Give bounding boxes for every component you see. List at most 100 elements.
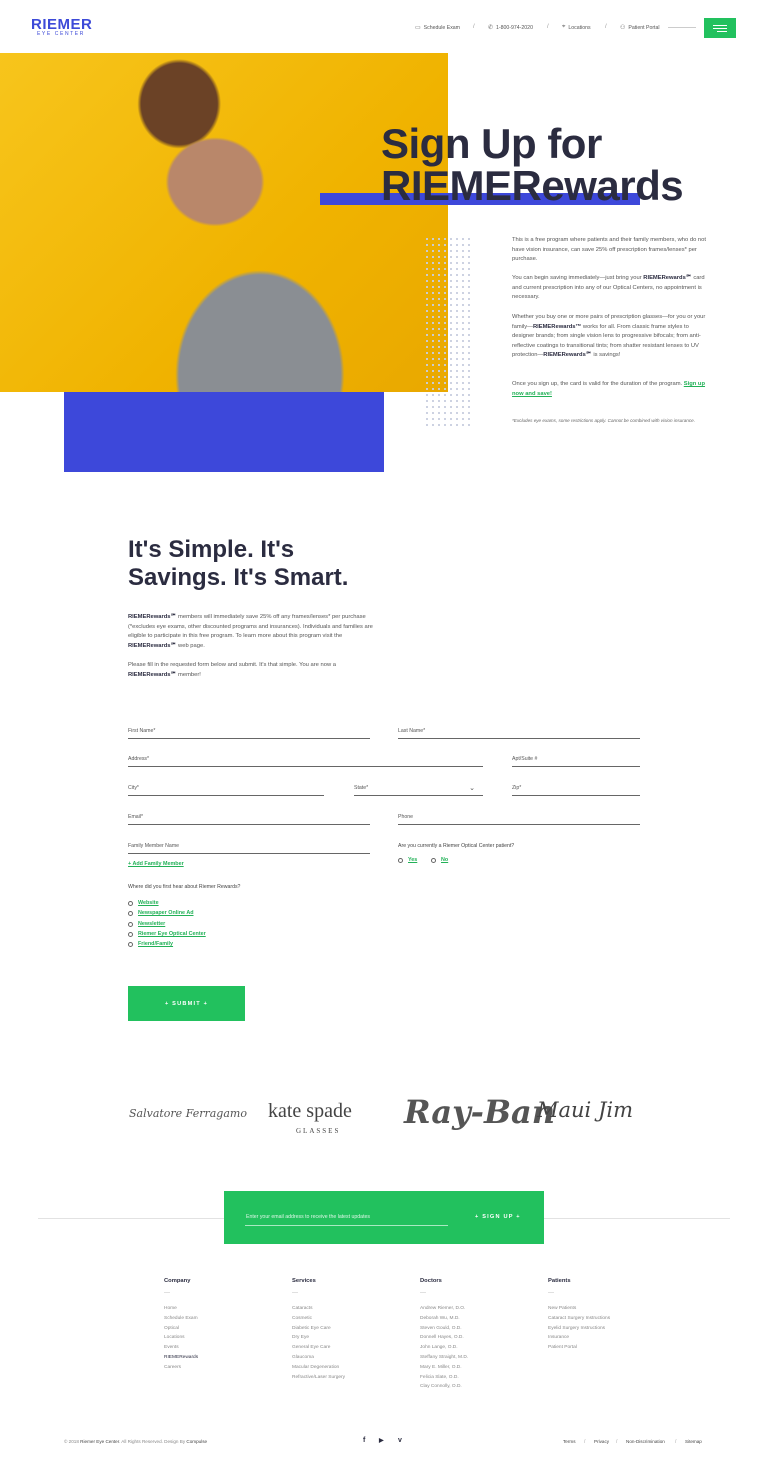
footer-sitemap-link[interactable]: Sitemap bbox=[685, 1439, 702, 1444]
intro-paragraph: Please fill in the requested form below … bbox=[128, 662, 336, 678]
footer-link[interactable]: Felicia Slate, O.D. bbox=[420, 1373, 530, 1383]
menu-button[interactable] bbox=[704, 18, 736, 38]
hear-option-newsletter[interactable]: Newsletter bbox=[128, 921, 165, 927]
footer-link[interactable]: New Patients bbox=[548, 1304, 668, 1314]
footer-link[interactable]: Glaucoma bbox=[292, 1353, 402, 1363]
footer-column-company: Company — Home Schedule Exam Optical Loc… bbox=[164, 1278, 274, 1373]
footer-link[interactable]: Steven Gould, O.D. bbox=[420, 1324, 530, 1334]
footer-dash: — bbox=[292, 1290, 298, 1296]
footer-dash: — bbox=[164, 1290, 170, 1296]
patient-no-radio[interactable]: No bbox=[431, 857, 448, 863]
phone-icon: ✆ bbox=[488, 25, 494, 31]
footer-dash: — bbox=[420, 1290, 426, 1296]
footer-link[interactable]: Deborah Wu, M.D. bbox=[420, 1314, 530, 1324]
footer-column-services: Services — Cataracts Cosmetic Diabetic E… bbox=[292, 1278, 402, 1382]
hero-disclaimer: *Excludes eye exams, some restrictions a… bbox=[512, 418, 695, 423]
footer-link[interactable]: Home bbox=[164, 1304, 274, 1314]
newsletter-input-underline bbox=[245, 1225, 448, 1226]
submit-button[interactable]: + SUBMIT + bbox=[128, 986, 245, 1021]
footer-link[interactable]: Patient Portal bbox=[548, 1343, 668, 1353]
hamburger-menu-icon bbox=[713, 24, 727, 26]
address-field[interactable]: Address* bbox=[128, 753, 483, 767]
footer-link[interactable]: Donnell Hayes, O.D. bbox=[420, 1333, 530, 1343]
nav-locations[interactable]: ⌖ Locations bbox=[562, 24, 591, 31]
hero-paragraph: This is a free program where patients an… bbox=[512, 237, 706, 263]
footer-link[interactable]: Steffany Straight, M.D. bbox=[420, 1353, 530, 1363]
footer-link[interactable]: Clay Connolly, O.D. bbox=[420, 1382, 530, 1392]
newsletter-email-input[interactable]: Enter your email address to receive the … bbox=[246, 1214, 370, 1220]
footer-link[interactable]: Andrew Riemer, D.O. bbox=[420, 1304, 530, 1314]
family-member-field[interactable]: Family Member Name bbox=[128, 840, 370, 854]
radio-circle[interactable] bbox=[128, 900, 133, 906]
nav-separator: / bbox=[605, 24, 607, 30]
footer-link[interactable]: Refractive/Laser Surgery bbox=[292, 1373, 402, 1383]
footer-dash: — bbox=[548, 1290, 554, 1296]
footer-terms-link[interactable]: Terms bbox=[563, 1439, 576, 1444]
nav-label: Patient Portal bbox=[628, 24, 660, 31]
footer-link[interactable]: Mary E. Miller, O.D. bbox=[420, 1363, 530, 1373]
footer-link[interactable]: Diabetic Eye Care bbox=[292, 1324, 402, 1334]
state-select[interactable]: State* ⌄ bbox=[354, 782, 483, 796]
footer-link[interactable]: Cataract Surgery Instructions bbox=[548, 1314, 668, 1324]
radio-circle[interactable] bbox=[128, 910, 133, 916]
nav-patient-portal[interactable]: ⚇ Patient Portal bbox=[620, 24, 660, 32]
footer-link[interactable]: Eyelid Surgery Instructions bbox=[548, 1324, 668, 1334]
footer-separator: / bbox=[616, 1439, 618, 1445]
city-field[interactable]: City* bbox=[128, 782, 324, 796]
apt-suite-field[interactable]: Apt/Suite # bbox=[512, 753, 640, 767]
footer-privacy-link[interactable]: Privacy bbox=[594, 1439, 609, 1444]
facebook-icon[interactable]: f bbox=[363, 1437, 365, 1444]
hear-option-optical-center[interactable]: Riemer Eye Optical Center bbox=[128, 931, 206, 937]
patient-yes-radio[interactable]: Yes bbox=[398, 857, 417, 863]
location-pin-icon: ⌖ bbox=[562, 24, 566, 30]
footer-link[interactable]: Insurance bbox=[548, 1333, 668, 1343]
radio-circle[interactable] bbox=[128, 921, 133, 927]
footer-column-doctors: Doctors — Andrew Riemer, D.O. Deborah Wu… bbox=[420, 1278, 530, 1392]
nav-label: 1-800-974-2020 bbox=[496, 24, 533, 31]
hear-question: Where did you first hear about Riemer Re… bbox=[128, 884, 241, 890]
copyright: © 2018 Riemer Eye Center. All Rights Res… bbox=[64, 1439, 208, 1444]
footer-link[interactable]: John Lange, O.D. bbox=[420, 1343, 530, 1353]
company-link[interactable]: Riemer Eye Center bbox=[80, 1439, 119, 1444]
footer-link[interactable]: Cataracts bbox=[292, 1304, 402, 1314]
footer-heading: Services bbox=[292, 1278, 316, 1284]
footer-link[interactable]: Cosmetic bbox=[292, 1314, 402, 1324]
designer-link[interactable]: Compulse bbox=[186, 1439, 207, 1444]
footer-link[interactable]: Locations bbox=[164, 1333, 274, 1343]
footer-link[interactable]: Macular Degeneration bbox=[292, 1363, 402, 1373]
footer-link[interactable]: Events bbox=[164, 1343, 274, 1353]
radio-circle[interactable] bbox=[128, 931, 133, 937]
calendar-icon: ▭ bbox=[415, 25, 421, 31]
radio-circle[interactable] bbox=[398, 857, 403, 863]
nav-phone[interactable]: ✆ 1-800-974-2020 bbox=[488, 24, 533, 32]
add-family-member-link[interactable]: + Add Family Member bbox=[128, 861, 184, 867]
footer-link[interactable]: Dry Eye bbox=[292, 1333, 402, 1343]
hear-option-website[interactable]: Website bbox=[128, 900, 159, 906]
user-icon: ⚇ bbox=[620, 25, 626, 31]
phone-field[interactable]: Phone bbox=[398, 811, 640, 825]
last-name-field[interactable]: Last Name* bbox=[398, 725, 640, 739]
radio-circle[interactable] bbox=[431, 857, 436, 863]
brand-logo-maui-jim: Maui Jim bbox=[537, 1098, 633, 1122]
zip-field[interactable]: Zip* bbox=[512, 782, 640, 796]
email-field[interactable]: Email* bbox=[128, 811, 370, 825]
footer-column-patients: Patients — New Patients Cataract Surgery… bbox=[548, 1278, 668, 1353]
hero-image bbox=[0, 53, 448, 392]
footer-link[interactable]: Careers bbox=[164, 1363, 274, 1373]
hear-option-newspaper[interactable]: Newspaper Online Ad bbox=[128, 910, 194, 916]
hear-option-friend[interactable]: Friend/Family bbox=[128, 941, 173, 947]
youtube-icon[interactable]: ▶ bbox=[379, 1437, 384, 1444]
footer-link-active[interactable]: RIEMERewards bbox=[164, 1353, 274, 1363]
vimeo-icon[interactable]: v bbox=[398, 1437, 402, 1444]
newsletter-signup-button[interactable]: + SIGN UP + bbox=[475, 1214, 521, 1220]
footer-link[interactable]: Schedule Exam bbox=[164, 1314, 274, 1324]
footer-link[interactable]: Optical bbox=[164, 1324, 274, 1334]
first-name-field[interactable]: First Name* bbox=[128, 725, 370, 739]
footer-heading: Company bbox=[164, 1278, 191, 1284]
footer-non-discrimination-link[interactable]: Non-Discrimination bbox=[626, 1439, 665, 1444]
nav-schedule-exam[interactable]: ▭ Schedule Exam bbox=[415, 24, 460, 32]
radio-circle[interactable] bbox=[128, 941, 133, 947]
brand-logo-ray-ban: Ray-Ban bbox=[404, 1093, 555, 1131]
footer-link[interactable]: General Eye Care bbox=[292, 1343, 402, 1353]
hero-paragraph: You can begin saving immediately—just br… bbox=[512, 275, 705, 301]
